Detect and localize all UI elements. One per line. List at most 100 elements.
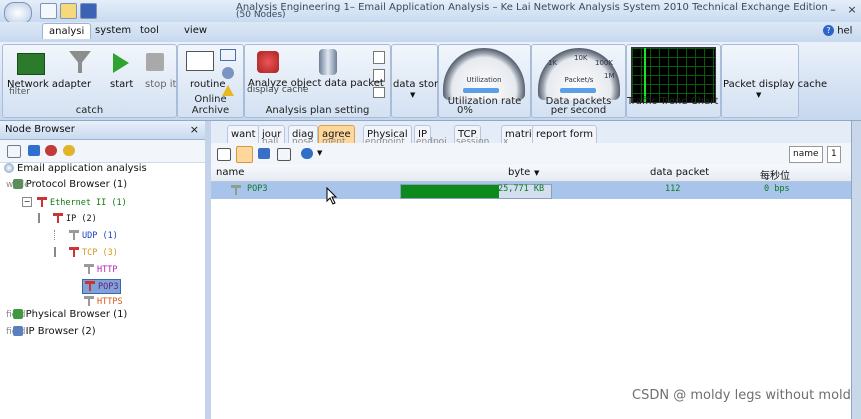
traffic-trend-label: Traffic Trend Chart (Bit) [627, 96, 743, 107]
stop-button[interactable]: stop it [145, 79, 176, 90]
node-browser-panel: Node Browser × Email application analysi… [0, 121, 206, 419]
main-panel: want jour nall diag nose agree ment Physica… [211, 121, 851, 419]
tree-item-ethernet[interactable]: − Ethernet II (1) [22, 197, 127, 208]
alert-icon[interactable] [63, 145, 75, 156]
new-file-icon[interactable] [40, 3, 57, 19]
filter-icon[interactable] [258, 148, 270, 159]
help-button[interactable]: ? hel [823, 25, 852, 37]
online-archive-label: Online Archive [191, 94, 230, 116]
chevron-down-icon[interactable]: ▼ [410, 91, 415, 99]
filter-view-icon[interactable] [7, 145, 21, 158]
row-bytes: 25,771 KB [498, 184, 545, 194]
menu-bar: analysi system tool view ? hel [0, 22, 861, 42]
tree-item-physical-browser[interactable]: field Physical Browser (1) [6, 309, 127, 320]
filter-button[interactable]: filter [9, 87, 30, 97]
tree-item-https[interactable]: HTTPS [84, 296, 123, 307]
window-title: Analysis Engineering 1– Email Applicatio… [236, 2, 828, 13]
tab-agreement[interactable]: agree ment [318, 125, 355, 147]
view-tabs: want jour nall diag nose agree ment Physica… [211, 121, 851, 147]
http-icon [84, 264, 94, 274]
minimize-button[interactable]: – [826, 3, 840, 16]
columns-icon[interactable] [277, 148, 291, 161]
watermark: CSDN @ moldy legs without mold [632, 388, 851, 403]
stop-icon [146, 53, 164, 71]
utilization-gauge: Utilization [443, 48, 525, 100]
column-byte[interactable]: byte [508, 167, 530, 178]
packet-display-cache-button[interactable]: Packet display cache [723, 79, 827, 90]
tab-physical[interactable]: Physical endpoint [363, 125, 412, 147]
https-icon [84, 296, 94, 306]
tab-ip[interactable]: IP endpoi [414, 125, 447, 147]
tab-report-form[interactable]: report form [532, 125, 598, 143]
close-button[interactable]: × [845, 3, 859, 16]
right-panel-edge[interactable] [851, 121, 861, 419]
table-toolbar: ▼ name 1 [211, 143, 851, 166]
ethernet-icon [37, 197, 47, 207]
help-icon: ? [823, 25, 834, 36]
tree-item-email-analysis[interactable]: Email application analysis [4, 163, 147, 174]
node-filter-icon[interactable] [28, 145, 40, 156]
tab-diagnose[interactable]: diag nose [288, 125, 318, 147]
start-button[interactable]: start [110, 79, 133, 90]
tree-item-udp[interactable]: UDP (1) [54, 230, 118, 241]
chevron-down-icon[interactable]: ▼ [317, 149, 322, 157]
refresh-icon[interactable] [301, 148, 313, 159]
table-row[interactable]: POP3 25,771 KB 112 0 bps [211, 182, 851, 199]
column-name[interactable]: name [216, 167, 244, 178]
page-number[interactable]: 1 [827, 146, 841, 163]
edit-icon[interactable] [373, 51, 385, 64]
routine-button[interactable]: routine [190, 79, 226, 90]
sort-down-icon[interactable]: ▼ [534, 169, 539, 177]
tab-journal[interactable]: jour nall [258, 125, 286, 147]
close-icon[interactable]: × [190, 123, 199, 136]
protocol-icon [12, 179, 23, 189]
display-cache-button[interactable]: display cache [247, 85, 308, 95]
traffic-trend-chart [631, 47, 716, 103]
tree-item-protocol-browser[interactable]: while Protocol Browser (1) [6, 179, 127, 190]
collapse-icon[interactable]: − [22, 197, 32, 207]
ip-browser-icon [12, 326, 23, 336]
tree-item-pop3[interactable]: POP3 [82, 279, 122, 294]
tree-item-ip[interactable]: IP (2) [38, 213, 97, 224]
menu-view[interactable]: view [184, 25, 207, 36]
analyze-object-icon [257, 51, 279, 73]
node-browser-toolbar [0, 140, 205, 163]
menu-tool[interactable]: tool [140, 25, 159, 36]
utilization-value: 0% [457, 105, 473, 116]
tab-want[interactable]: want [227, 125, 260, 143]
row-bps: 0 bps [764, 184, 790, 194]
view-mode-icon[interactable] [236, 146, 253, 163]
packet-display-cache-group: Packet display cache ▼ [721, 44, 827, 118]
save-icon[interactable] [80, 3, 97, 19]
start-icon [113, 53, 129, 73]
column-data-packet[interactable]: data packet [650, 167, 709, 178]
chevron-down-icon[interactable]: ▼ [756, 91, 761, 99]
menu-system[interactable]: system [95, 25, 131, 36]
byte-bar-fill [401, 185, 499, 198]
tree-icon [220, 49, 236, 61]
catch-group: Network adapter filter start stop it cat… [2, 44, 177, 118]
tree-item-ip-browser[interactable]: field IP Browser (2) [6, 326, 96, 337]
network-adapter-icon [17, 53, 45, 75]
tree-item-tcp[interactable]: TCP (3) [54, 247, 118, 258]
table-header: name byte ▼ data packet 每秒位 [211, 165, 851, 182]
group-icon[interactable] [45, 145, 57, 156]
physical-icon [12, 309, 23, 319]
open-folder-icon[interactable] [60, 3, 77, 19]
traffic-trend-group: Traffic Trend Chart (Bit) [626, 44, 743, 118]
tcp-icon [69, 247, 79, 257]
data-packets-value: per second [550, 105, 607, 116]
pop3-icon [231, 185, 241, 195]
menu-analysis[interactable]: analysi [42, 23, 92, 39]
tree-item-http[interactable]: HTTP [84, 264, 117, 275]
app-menu-button[interactable] [4, 2, 32, 24]
packets-gauge: 1K 10K 100K 1M Packet/s [538, 48, 620, 100]
tab-tcp[interactable]: TCP session [454, 125, 489, 147]
data-packets-group: 1K 10K 100K 1M Packet/s Data packets per… [531, 44, 626, 118]
export-icon[interactable] [217, 148, 231, 161]
tab-matrix[interactable]: matri x [501, 125, 536, 147]
sort-name-field[interactable]: name [789, 146, 823, 163]
data-cache-icon [319, 49, 337, 75]
column-bits-per-second[interactable]: 每秒位 [760, 167, 790, 182]
analysis-icon [4, 163, 14, 173]
